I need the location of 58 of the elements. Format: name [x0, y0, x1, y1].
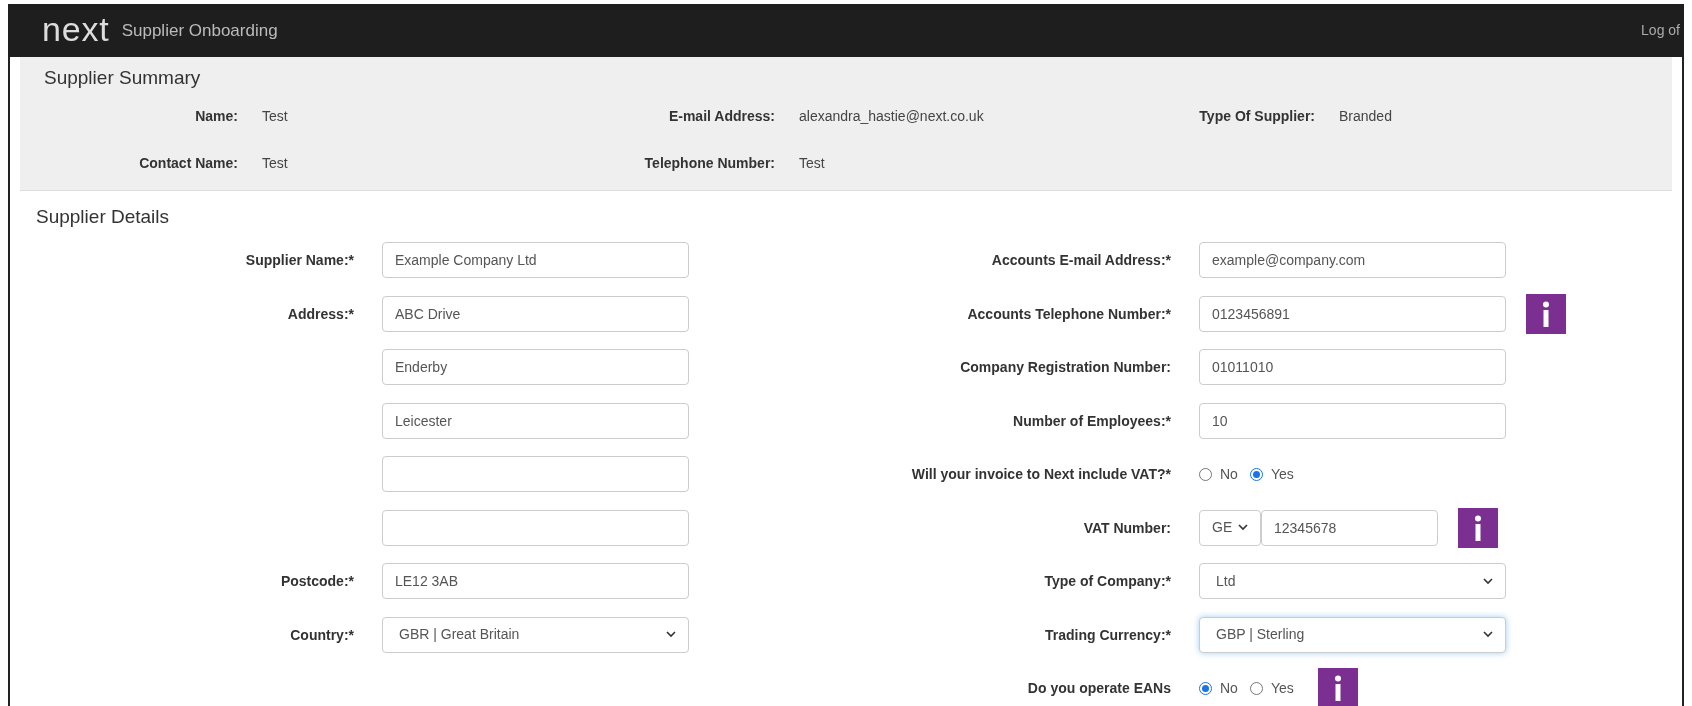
radio-option[interactable]: Yes — [1249, 677, 1294, 699]
text-field[interactable]: ABC Drive — [382, 295, 689, 332]
field-label: Supplier Name:* — [245, 252, 354, 269]
logout-link[interactable]: Log of — [1641, 20, 1680, 41]
field-label: Country:* — [290, 626, 354, 643]
section-title: Supplier Summary — [43, 66, 202, 90]
chevron-down-icon — [666, 631, 676, 639]
text-field[interactable]: LE12 3AB — [382, 563, 689, 600]
text-field[interactable]: 10 — [1199, 402, 1506, 439]
summary-label: E-mail Address: — [667, 106, 776, 126]
summary-value: alexandra_hastie@next.co.uk — [799, 106, 984, 126]
text-field[interactable]: Leicester — [382, 402, 689, 439]
chevron-down-icon — [1483, 631, 1493, 639]
summary-label: Name: — [194, 106, 239, 126]
text-field[interactable]: 0123456891 — [1199, 295, 1506, 332]
info-icon — [1542, 300, 1550, 327]
info-button[interactable] — [1526, 293, 1566, 334]
summary-value: Branded — [1339, 106, 1392, 126]
field-label: Address:* — [287, 305, 354, 322]
chevron-down-icon — [1238, 524, 1248, 532]
text-field[interactable] — [382, 456, 689, 493]
vat-number-field[interactable]: 12345678 — [1261, 509, 1438, 546]
select-field[interactable]: GBR | Great Britain — [382, 616, 689, 653]
summary-value: Test — [262, 106, 288, 126]
field-label: Trading Currency:* — [1044, 626, 1171, 643]
section-title: Supplier Details — [35, 205, 171, 229]
radio-option[interactable]: Yes — [1249, 463, 1294, 485]
logo[interactable]: next — [42, 11, 110, 46]
chevron-down-icon — [1483, 577, 1493, 585]
field-label: Company Registration Number: — [960, 359, 1171, 376]
field-label: Number of Employees:* — [1013, 412, 1171, 429]
text-field[interactable]: 01011010 — [1199, 349, 1506, 386]
info-icon — [1333, 675, 1342, 702]
field-label: Will your invoice to Next include VAT?* — [911, 466, 1171, 483]
summary-value: Test — [799, 153, 825, 173]
field-label: Type of Company:* — [1044, 573, 1171, 590]
select-field[interactable]: Ltd — [1199, 563, 1506, 600]
field-label: Accounts E-mail Address:* — [991, 252, 1171, 269]
info-button[interactable] — [1458, 507, 1498, 548]
info-button[interactable] — [1317, 668, 1358, 706]
text-field[interactable] — [382, 509, 689, 546]
radio-option[interactable]: No — [1199, 677, 1238, 699]
summary-label: Telephone Number: — [643, 153, 776, 173]
summary-label: Type Of Supplier: — [1198, 106, 1316, 126]
text-field[interactable]: Example Company Ltd — [382, 242, 689, 279]
field-label: Postcode:* — [280, 573, 354, 590]
field-label: Do you operate EANs — [1027, 680, 1171, 697]
country-select[interactable]: GE — [1199, 509, 1261, 546]
field-label: VAT Number: — [1083, 519, 1171, 536]
radio-option[interactable]: No — [1199, 463, 1238, 485]
summary-label: Contact Name: — [138, 153, 239, 173]
text-field[interactable]: example@company.com — [1199, 242, 1506, 279]
select-field[interactable]: GBP | Sterling — [1199, 616, 1506, 653]
info-icon — [1474, 514, 1482, 541]
app-title: Supplier Onboarding — [121, 19, 278, 42]
summary-value: Test — [262, 153, 288, 173]
text-field[interactable]: Enderby — [382, 349, 689, 386]
field-label: Accounts Telephone Number:* — [967, 305, 1171, 322]
